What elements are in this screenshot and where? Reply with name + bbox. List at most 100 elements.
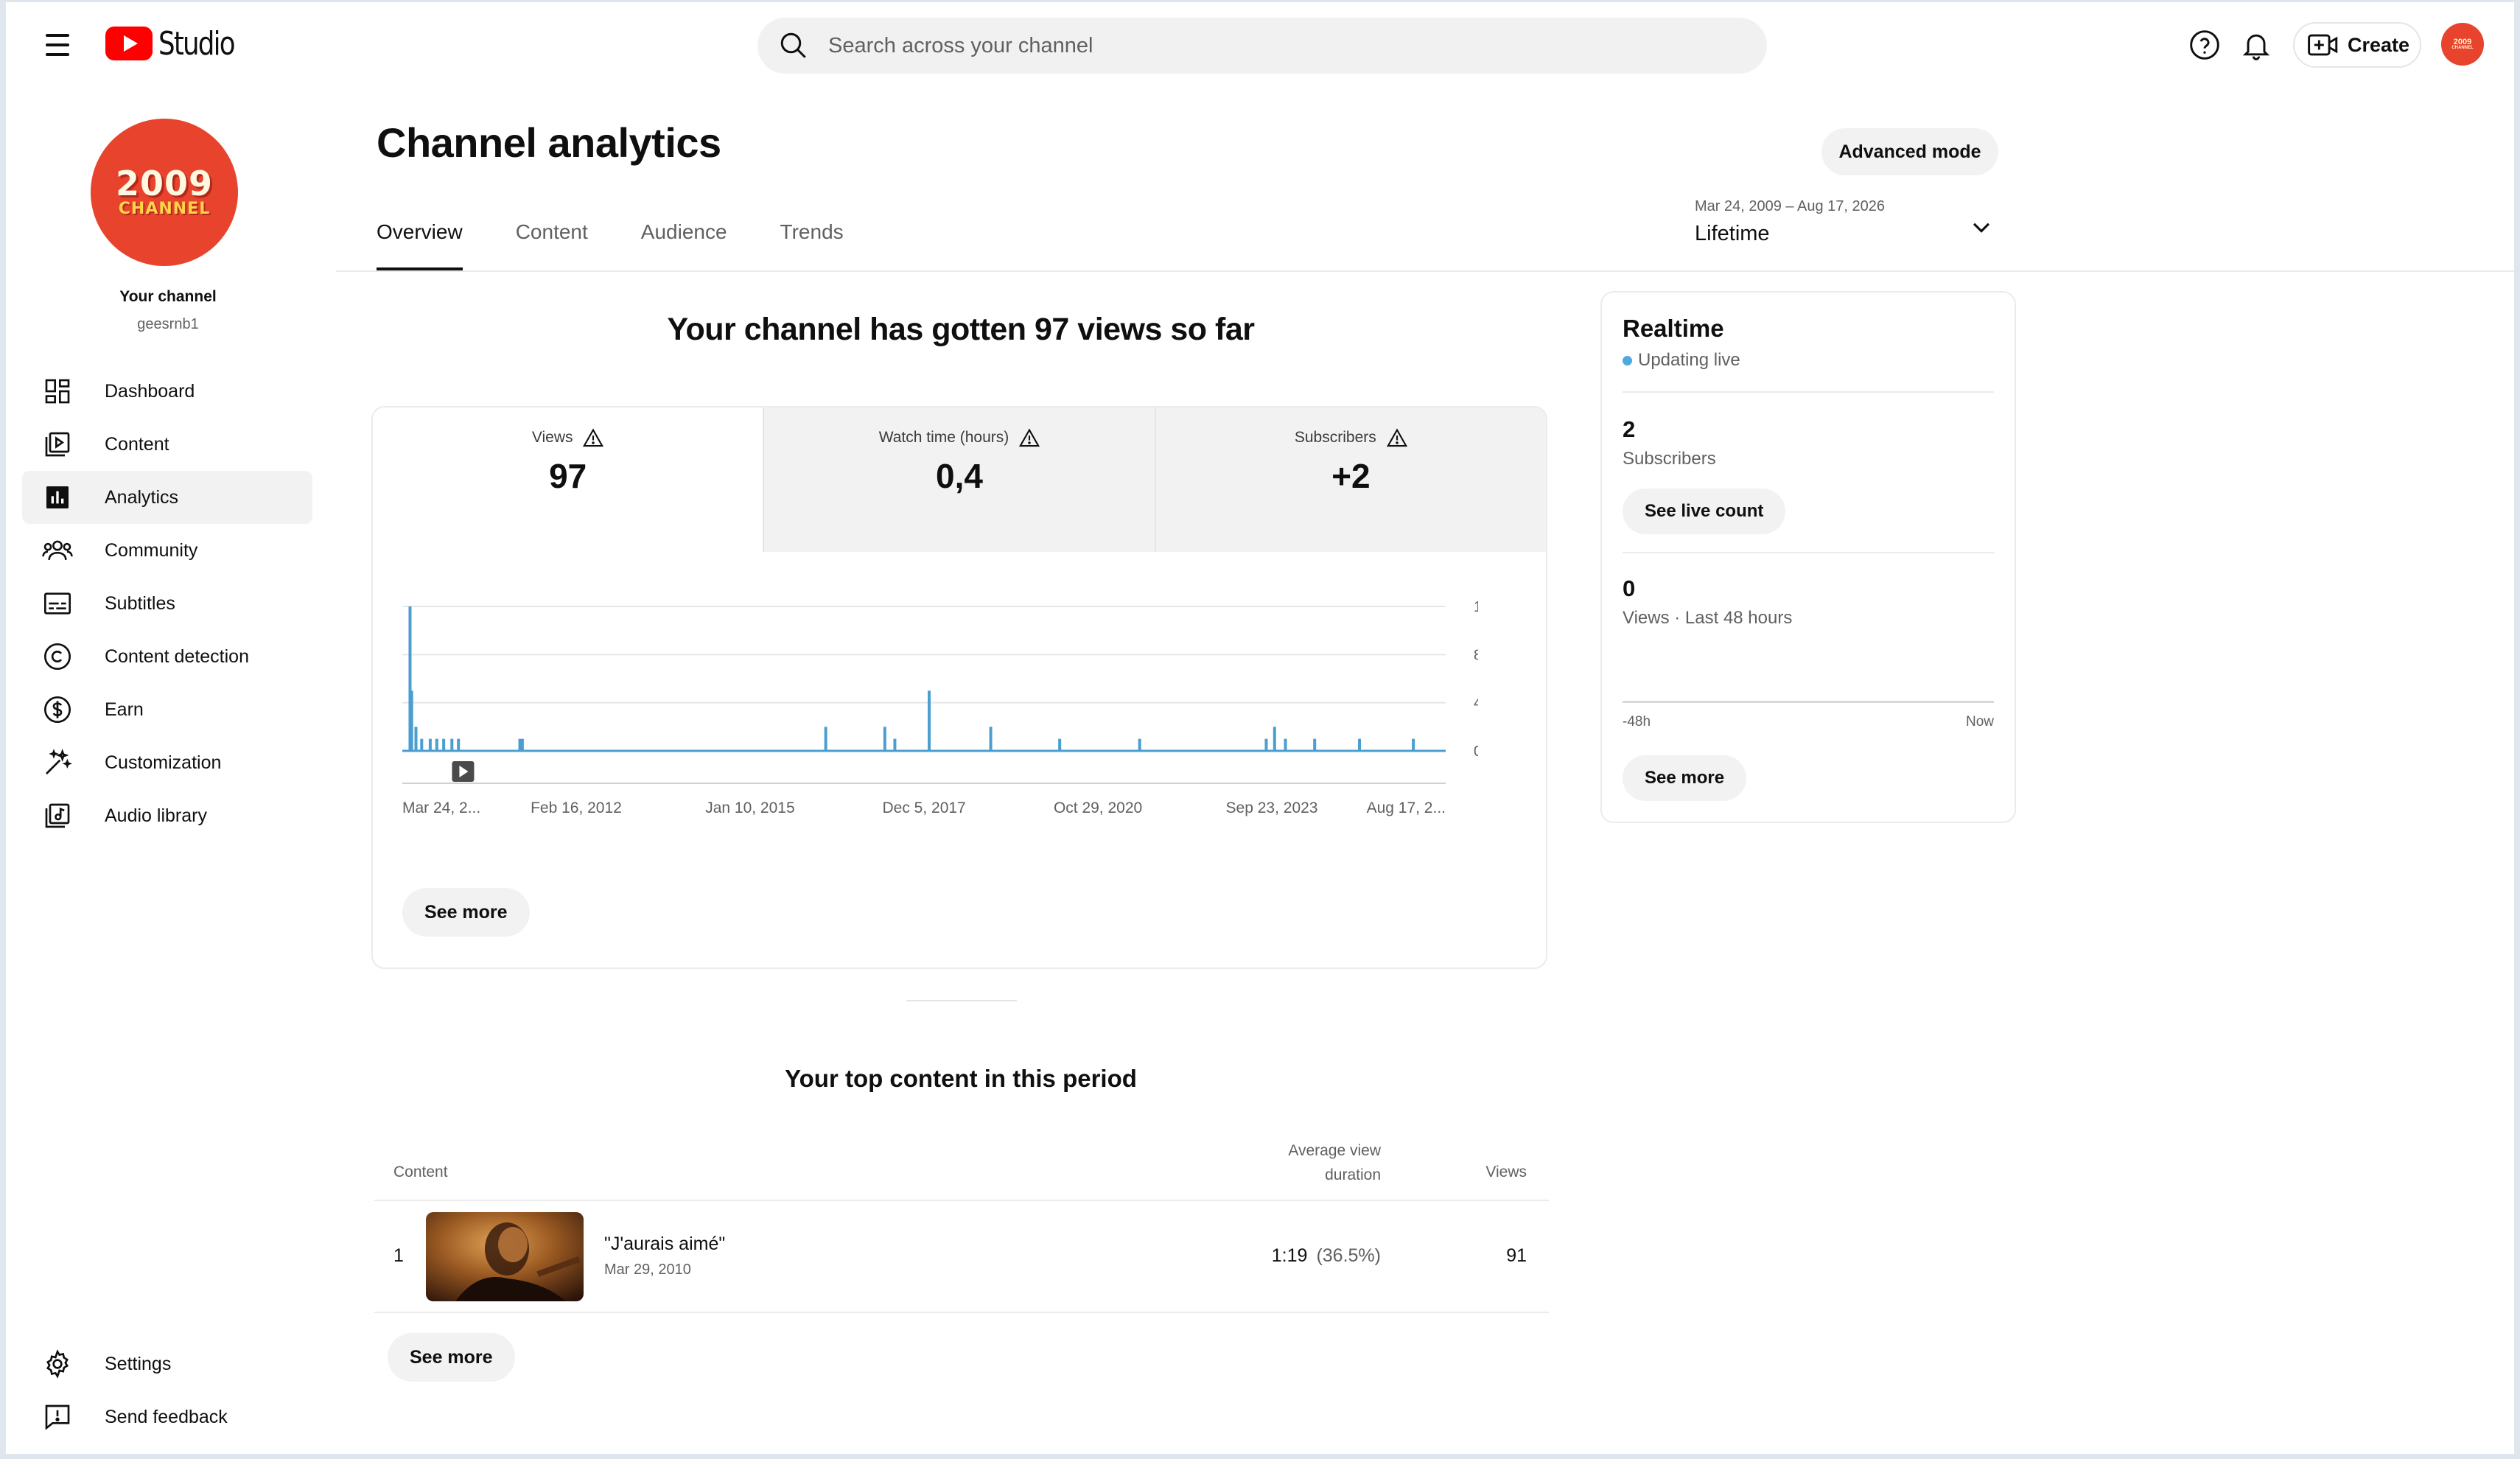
youtube-logo-icon (105, 27, 153, 60)
analytics-icon (41, 481, 74, 514)
chart-bar (893, 738, 897, 751)
x-tick-label: Mar 24, 2... (402, 800, 480, 816)
studio-logo[interactable]: Studio (105, 24, 242, 63)
logo-text: Studio (158, 24, 235, 63)
sidebar-item-label: Content detection (105, 645, 249, 667)
help-icon[interactable] (2185, 26, 2224, 64)
sidebar-item-customization[interactable]: Customization (22, 736, 312, 789)
chart-bar (989, 727, 993, 751)
realtime-tick-end: Now (1965, 714, 1994, 730)
sidebar-item-earn[interactable]: Earn (22, 683, 312, 736)
sidebar-item-label: Audio library (105, 805, 207, 826)
video-thumbnail[interactable] (426, 1212, 584, 1301)
account-avatar[interactable]: 2009 CHANNEL (2441, 23, 2484, 66)
realtime-divider (1623, 552, 1994, 553)
realtime-subscribers-value: 2 (1623, 416, 1636, 442)
search-input[interactable] (828, 33, 1712, 58)
views-count: 91 (1506, 1245, 1527, 1266)
chart-bar (420, 738, 424, 751)
realtime-divider (1623, 391, 1994, 393)
realtime-see-more-button[interactable]: See more (1623, 755, 1747, 801)
sidebar-item-label: Community (105, 539, 198, 561)
x-tick-label: Dec 5, 2017 (882, 800, 965, 816)
metric-tab-watch-time[interactable]: Watch time (hours) 0,4 (764, 407, 1156, 552)
warning-icon[interactable] (583, 428, 604, 447)
metric-tab-subscribers[interactable]: Subscribers +2 (1155, 407, 1546, 552)
content-icon (41, 428, 74, 461)
sidebar-item-content-detection[interactable]: Content detection (22, 630, 312, 683)
sidebar-item-label: Analytics (105, 486, 179, 508)
search-bar[interactable] (757, 18, 1767, 74)
x-tick-label: Oct 29, 2020 (1054, 800, 1142, 816)
y-tick-label: 0 (1474, 744, 1478, 760)
date-period-text: Lifetime (1695, 222, 1770, 245)
tab-label: Overview (377, 220, 463, 243)
warning-icon[interactable] (1019, 428, 1040, 447)
chart-see-more-button[interactable]: See more (402, 888, 530, 937)
row-rank: 1 (393, 1245, 404, 1266)
sidebar-item-label: Dashboard (105, 380, 195, 402)
advanced-mode-button[interactable]: Advanced mode (1821, 128, 1998, 175)
date-range-picker[interactable]: Mar 24, 2009 – Aug 17, 2026 Lifetime (1695, 195, 2004, 254)
chart-bar (1138, 738, 1141, 751)
search-icon[interactable] (778, 30, 809, 61)
realtime-subscribers-label: Subscribers (1623, 449, 1716, 469)
section-divider (906, 1000, 1017, 1001)
dollar-icon (41, 693, 74, 726)
sidebar-item-community[interactable]: Community (22, 524, 312, 577)
notifications-bell-icon[interactable] (2237, 26, 2275, 64)
tab-overview[interactable]: Overview (377, 220, 463, 270)
sidebar-item-subtitles[interactable]: Subtitles (22, 577, 312, 630)
see-live-count-button[interactable]: See live count (1623, 489, 1786, 534)
dashboard-icon (41, 375, 74, 407)
tab-audience[interactable]: Audience (641, 220, 727, 270)
studio-app: Studio Create (6, 2, 2514, 1454)
subtitles-icon (41, 587, 74, 620)
chart-bar (414, 727, 418, 751)
metric-tab-views[interactable]: Views 97 (373, 407, 765, 552)
channel-avatar[interactable]: 2009 CHANNEL (91, 119, 238, 266)
chart-bar (410, 690, 413, 751)
chart-bar (428, 738, 432, 751)
sidebar-item-content[interactable]: Content (22, 418, 312, 471)
top-content-see-more-button[interactable]: See more (388, 1333, 515, 1382)
sidebar-item-settings[interactable]: Settings (22, 1337, 312, 1390)
column-header-line: duration (1325, 1166, 1381, 1183)
video-date: Mar 29, 2010 (604, 1262, 691, 1278)
chart-bar (520, 738, 524, 751)
views-chart: 12 8 4 0 Mar 24, 2... Feb 16, 2012 Jan 10, 201… (402, 599, 1478, 816)
column-header-views[interactable]: Views (1450, 1164, 1527, 1181)
realtime-title: Realtime (1623, 315, 1724, 342)
channel-avatar-line1: 2009 (115, 164, 214, 203)
sidebar-item-audio-library[interactable]: Audio library (22, 789, 312, 842)
tab-trends[interactable]: Trends (780, 220, 844, 270)
sidebar-item-label: Content (105, 433, 169, 455)
your-channel-label: Your channel (119, 288, 217, 305)
gear-icon (41, 1348, 74, 1380)
create-video-icon (2308, 34, 2338, 56)
video-title[interactable]: "J'aurais aimé" (604, 1234, 725, 1255)
realtime-views-value: 0 (1623, 575, 1636, 601)
sidebar-item-dashboard[interactable]: Dashboard (22, 365, 312, 418)
metric-label: Views (531, 429, 573, 446)
sidebar-item-analytics[interactable]: Analytics (22, 471, 312, 524)
tabs-divider (336, 270, 2514, 272)
warning-icon[interactable] (1386, 428, 1407, 447)
column-header-average-view-duration[interactable]: Average view duration (1200, 1138, 1381, 1187)
chart-bar (1264, 738, 1268, 751)
sidebar-item-send-feedback[interactable]: Send feedback (22, 1390, 312, 1444)
create-button[interactable]: Create (2293, 22, 2421, 68)
tab-label: Audience (640, 220, 727, 243)
community-icon (41, 534, 74, 567)
avd-value: 1:19 (1271, 1245, 1308, 1266)
y-tick-label: 8 (1474, 647, 1478, 663)
tab-content[interactable]: Content (516, 220, 588, 270)
magic-wand-icon (41, 746, 74, 779)
y-tick-label: 12 (1474, 599, 1478, 615)
table-row[interactable]: 1 "J'aurais aimé" Mar 29, 2010 1:19 (36.5 (374, 1201, 1549, 1312)
x-tick-label: Feb 16, 2012 (531, 800, 622, 816)
chart-bar (1058, 738, 1062, 751)
metric-value: 97 (549, 457, 587, 495)
tab-label: Trends (780, 220, 844, 243)
menu-icon[interactable] (38, 26, 77, 64)
